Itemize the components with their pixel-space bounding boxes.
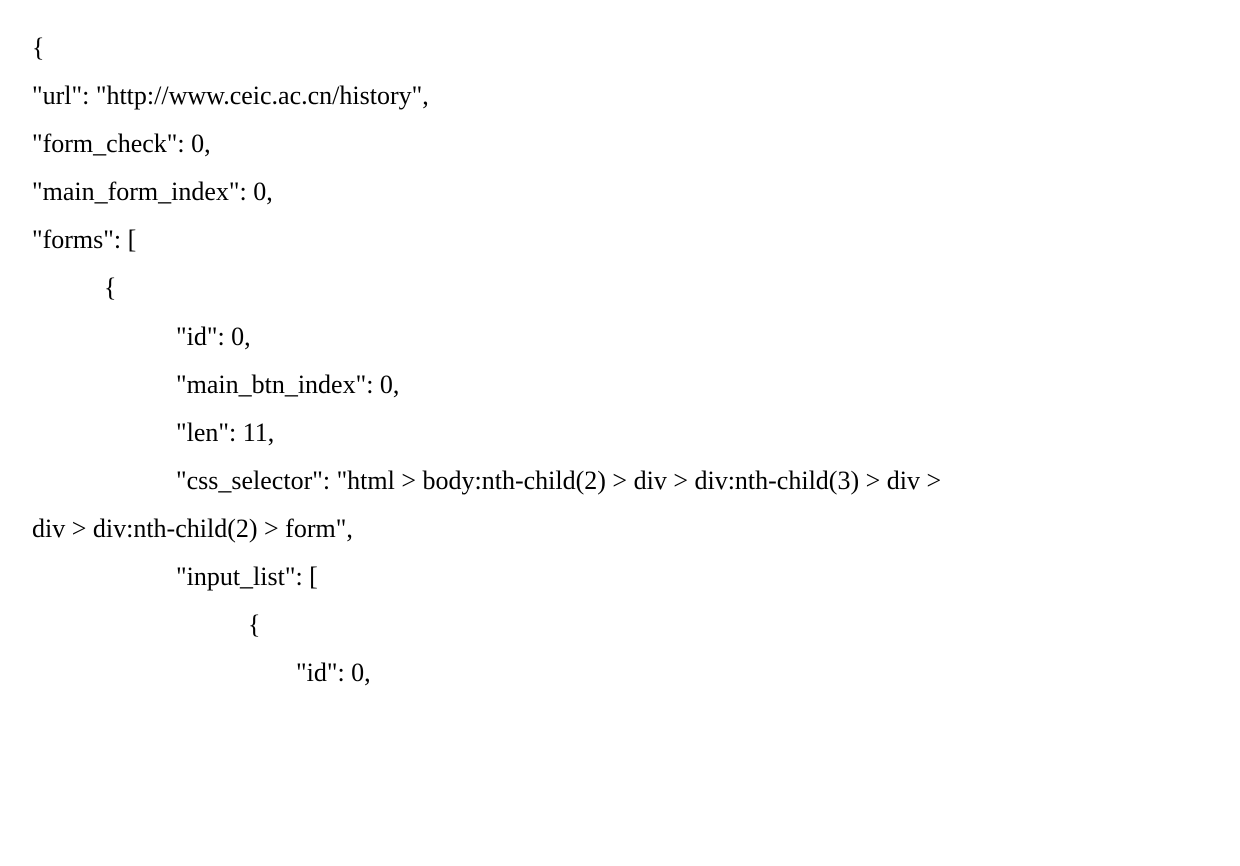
code-line-id: "id": 0, bbox=[32, 313, 1208, 361]
code-line-main-form-idx: "main_form_index": 0, bbox=[32, 168, 1208, 216]
code-line-form-check: "form_check": 0, bbox=[32, 120, 1208, 168]
code-line-form-brace: { bbox=[32, 264, 1208, 312]
code-line-len: "len": 11, bbox=[32, 409, 1208, 457]
code-line-input-id: "id": 0, bbox=[32, 649, 1208, 697]
code-line-forms-open: "forms": [ bbox=[32, 216, 1208, 264]
code-line-open-brace: { bbox=[32, 24, 1208, 72]
code-line-css-sel-b: div > div:nth-child(2) > form", bbox=[32, 505, 1208, 553]
code-line-input-brace: { bbox=[32, 601, 1208, 649]
code-line-css-sel-a: "css_selector": "html > body:nth-child(2… bbox=[32, 457, 1208, 505]
code-line-url: "url": "http://www.ceic.ac.cn/history", bbox=[32, 72, 1208, 120]
code-line-input-list: "input_list": [ bbox=[32, 553, 1208, 601]
code-line-main-btn: "main_btn_index": 0, bbox=[32, 361, 1208, 409]
